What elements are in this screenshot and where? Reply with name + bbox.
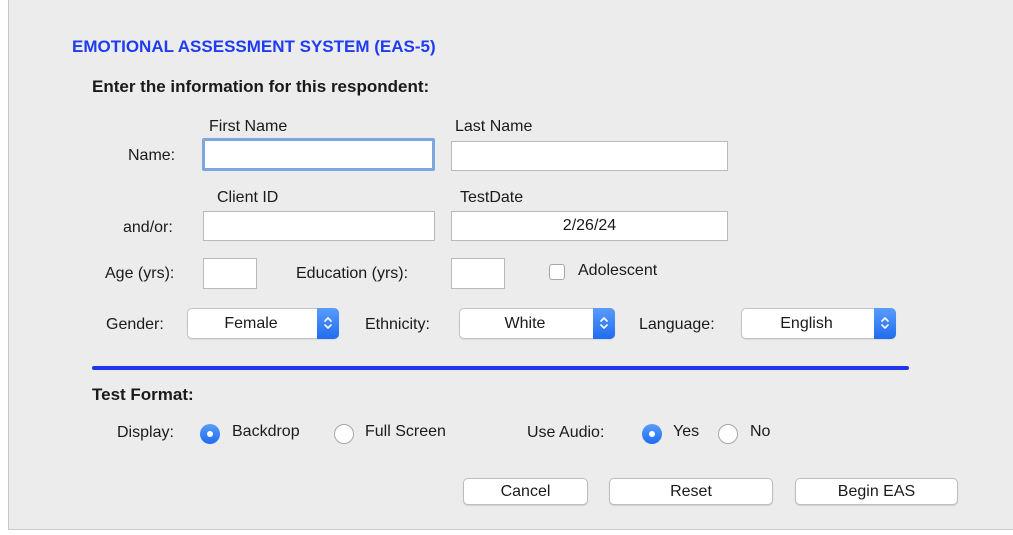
age-input[interactable] <box>203 258 257 289</box>
cancel-button[interactable]: Cancel <box>463 478 588 505</box>
last-name-label: Last Name <box>455 118 533 135</box>
language-label: Language: <box>639 316 715 333</box>
ethnicity-select[interactable]: White <box>459 308 615 339</box>
language-value: English <box>780 315 833 332</box>
audio-yes-radio[interactable] <box>642 424 662 444</box>
test-date-input[interactable] <box>451 211 728 241</box>
education-label: Education (yrs): <box>296 265 409 282</box>
test-date-label: TestDate <box>460 189 524 206</box>
ethnicity-label: Ethnicity: <box>365 316 430 333</box>
display-fullscreen-label: Full Screen <box>365 423 446 440</box>
audio-yes-label: Yes <box>673 423 700 440</box>
section-divider <box>92 366 909 370</box>
gender-select[interactable]: Female <box>187 308 339 339</box>
reset-button[interactable]: Reset <box>609 478 773 505</box>
education-input[interactable] <box>451 258 505 289</box>
gender-label: Gender: <box>106 316 164 333</box>
app-title: EMOTIONAL ASSESSMENT SYSTEM (EAS-5) <box>72 37 436 56</box>
client-id-input[interactable] <box>203 211 435 241</box>
ethnicity-value: White <box>504 315 546 332</box>
audio-label: Use Audio: <box>527 424 605 441</box>
gender-stepper-icon <box>317 308 339 339</box>
display-backdrop-radio[interactable] <box>200 424 220 444</box>
audio-no-radio[interactable] <box>718 424 738 444</box>
client-id-label: Client ID <box>217 189 279 206</box>
adolescent-checkbox[interactable] <box>549 264 565 280</box>
language-select[interactable]: English <box>741 308 896 339</box>
and-or-label: and/or: <box>123 219 173 236</box>
language-stepper-icon <box>874 308 896 339</box>
display-fullscreen-radio[interactable] <box>334 424 354 444</box>
test-format-heading: Test Format: <box>92 385 194 404</box>
audio-no-label: No <box>750 423 771 440</box>
respondent-prompt: Enter the information for this responden… <box>92 77 430 96</box>
gender-value: Female <box>224 315 278 332</box>
first-name-label: First Name <box>209 118 288 135</box>
name-label: Name: <box>128 147 176 164</box>
eas-dialog: EMOTIONAL ASSESSMENT SYSTEM (EAS-5) Ente… <box>8 0 1013 530</box>
display-label: Display: <box>117 424 174 441</box>
display-backdrop-label: Backdrop <box>232 423 300 440</box>
last-name-input[interactable] <box>451 141 728 171</box>
ethnicity-stepper-icon <box>593 308 615 339</box>
adolescent-label: Adolescent <box>578 262 658 279</box>
begin-eas-button[interactable]: Begin EAS <box>795 478 958 505</box>
age-label: Age (yrs): <box>105 265 175 282</box>
first-name-input[interactable] <box>202 138 435 171</box>
